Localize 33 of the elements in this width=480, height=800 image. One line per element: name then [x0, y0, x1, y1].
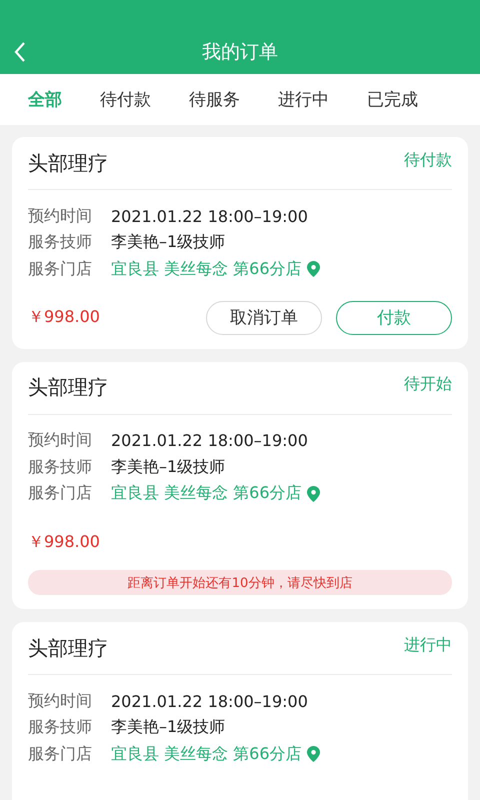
store-name: 宜良县 美丝每念 第66分店: [111, 483, 302, 504]
order-status: 待付款: [404, 150, 452, 170]
tab[interactable]: 待服务: [189, 88, 240, 111]
field-label: 服务技师: [28, 232, 93, 254]
field-value: 李美艳–1级技师: [111, 717, 226, 738]
tab[interactable]: 进行中: [278, 88, 329, 111]
tab[interactable]: 已完成: [367, 88, 418, 111]
cancel-order-button[interactable]: 取消订单: [206, 300, 322, 334]
service-title: 头部理疗: [28, 374, 108, 401]
service-title: 头部理疗: [28, 150, 108, 176]
field-label: 服务门店: [28, 483, 93, 504]
order-status: 待开始: [404, 374, 452, 395]
field-value: 2021.01.22 18:00–19:00: [111, 206, 308, 226]
order-price: ￥998.00: [28, 307, 100, 328]
field-value: 李美艳–1级技师: [111, 232, 226, 254]
field-label: 服务技师: [28, 717, 93, 738]
page-title: 我的订单: [202, 40, 278, 65]
field-label: 服务门店: [28, 744, 93, 765]
field-label: 服务门店: [28, 258, 93, 280]
field-label: 服务技师: [28, 456, 93, 478]
reminder-banner: 距离订单开始还有10分钟，请尽快到店: [28, 570, 452, 595]
field-value: 2021.01.22 18:00–19:00: [111, 431, 308, 450]
field-label: 预约时间: [28, 206, 93, 227]
field-value: 2021.01.22 18:00–19:00: [111, 692, 308, 711]
store-name: 宜良县 美丝每念 第66分店: [111, 744, 302, 765]
tab[interactable]: 待付款: [100, 88, 151, 111]
field-label: 预约时间: [28, 690, 93, 712]
order-status: 进行中: [404, 634, 452, 656]
store-name: 宜良县 美丝每念 第66分店: [111, 258, 302, 280]
field-label: 预约时间: [28, 430, 93, 452]
field-value: 李美艳–1级技师: [111, 456, 226, 478]
order-price: ￥998.00: [28, 532, 100, 552]
service-title: 头部理疗: [28, 634, 108, 662]
